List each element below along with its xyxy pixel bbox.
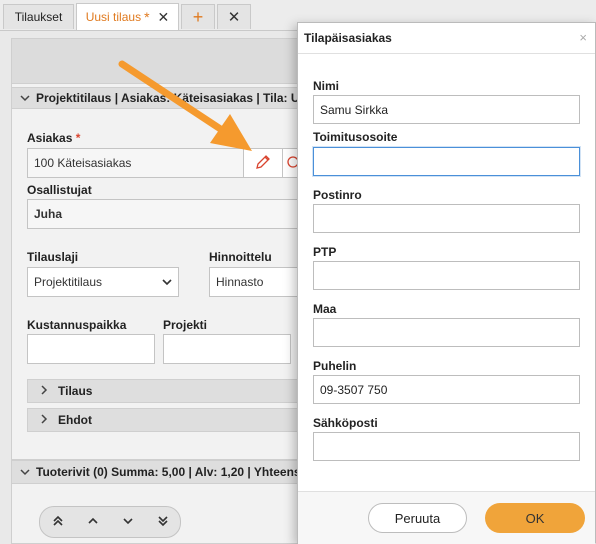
pricing-value: Hinnasto [216, 275, 264, 289]
order-summary-text: Projektitilaus | Asiakas: Käteisasiakas … [36, 91, 311, 105]
move-down-button[interactable] [116, 510, 140, 534]
temporary-customer-dialog: Tilapäisasiakas × Nimi Samu Sirkka Toimi… [297, 22, 596, 544]
chevron-down-icon [162, 275, 172, 289]
dialog-title: Tilapäisasiakas [298, 23, 595, 54]
chevron-down-icon [122, 515, 134, 530]
order-subsection[interactable]: Tilaus [27, 379, 307, 403]
pricing-select[interactable]: Hinnasto [209, 267, 299, 297]
zip-field[interactable] [313, 204, 580, 233]
edit-customer-button[interactable] [243, 148, 283, 178]
chevron-right-icon [36, 413, 52, 427]
order-type-select[interactable]: Projektitilaus [27, 267, 179, 297]
move-up-button[interactable] [81, 510, 105, 534]
double-chevron-down-icon [157, 515, 169, 530]
search-customer-button[interactable] [282, 148, 299, 178]
project-label: Projekti [163, 318, 208, 332]
order-type-label: Tilauslaji [27, 250, 79, 264]
terms-subsection[interactable]: Ehdot [27, 408, 307, 432]
order-section-header[interactable]: Projektitilaus | Asiakas: Käteisasiakas … [11, 87, 311, 109]
row-move-buttons [39, 506, 181, 538]
cost-center-label: Kustannuspaikka [27, 318, 127, 332]
email-label: Sähköposti [313, 416, 378, 430]
cancel-button[interactable]: Peruuta [368, 503, 467, 533]
move-bottom-button[interactable] [151, 510, 175, 534]
order-toolbar [11, 38, 313, 84]
ok-button[interactable]: OK [485, 503, 585, 533]
customer-label-text: Asiakas [27, 131, 73, 145]
project-field[interactable] [163, 334, 291, 364]
plus-icon: + [192, 6, 204, 27]
required-mark: * [75, 131, 81, 145]
order-type-value: Projektitilaus [34, 275, 103, 289]
customer-label: Asiakas * [27, 131, 80, 145]
participants-label: Osallistujat [27, 183, 92, 197]
dialog-footer: Peruuta OK [298, 491, 595, 544]
phone-value: 09-3507 750 [320, 382, 388, 397]
close-all-tabs-button[interactable]: ✕ [217, 4, 251, 29]
close-tab-icon[interactable]: ✕ [158, 9, 170, 26]
city-field[interactable] [313, 261, 580, 290]
name-label: Nimi [313, 79, 340, 93]
search-icon [285, 155, 299, 172]
dialog-close-icon[interactable]: × [579, 30, 587, 45]
tab-new-order-label: Uusi tilaus [85, 10, 142, 24]
customer-value: 100 Käteisasiakas [34, 156, 132, 170]
city-label: PTP [313, 245, 337, 259]
address-label: Toimitusosoite [313, 130, 398, 144]
pencil-icon [254, 153, 272, 174]
name-field[interactable]: Samu Sirkka [313, 95, 580, 124]
close-icon: ✕ [227, 9, 241, 26]
product-rows-summary: Tuoterivit (0) Summa: 5,00 | Alv: 1,20 |… [36, 465, 311, 479]
unsaved-indicator: * [144, 9, 150, 25]
tab-orders-label: Tilaukset [14, 10, 63, 24]
address-field[interactable] [313, 147, 580, 176]
zip-label: Postinro [313, 188, 362, 202]
chevron-down-icon [20, 465, 30, 479]
country-field[interactable] [313, 318, 580, 347]
chevron-up-icon [87, 515, 99, 530]
participants-value: Juha [34, 207, 63, 221]
country-label: Maa [313, 302, 337, 316]
move-top-button[interactable] [46, 510, 70, 534]
double-chevron-up-icon [52, 515, 64, 530]
phone-field[interactable]: 09-3507 750 [313, 375, 580, 404]
name-value: Samu Sirkka [320, 102, 389, 117]
tab-orders[interactable]: Tilaukset [3, 4, 74, 29]
terms-subsection-label: Ehdot [58, 413, 92, 427]
tab-new-order[interactable]: Uusi tilaus * ✕ [76, 3, 179, 30]
order-subsection-label: Tilaus [58, 384, 93, 398]
chevron-down-icon [20, 91, 30, 105]
product-rows-header[interactable]: Tuoterivit (0) Summa: 5,00 | Alv: 1,20 |… [11, 460, 311, 484]
participants-field[interactable]: Juha [27, 199, 299, 229]
email-field[interactable] [313, 432, 580, 461]
phone-label: Puhelin [313, 359, 357, 373]
cost-center-field[interactable] [27, 334, 155, 364]
add-tab-button[interactable]: + [181, 4, 215, 29]
chevron-right-icon [36, 384, 52, 398]
customer-field[interactable]: 100 Käteisasiakas [27, 148, 244, 178]
pricing-label: Hinnoittelu [209, 250, 272, 264]
